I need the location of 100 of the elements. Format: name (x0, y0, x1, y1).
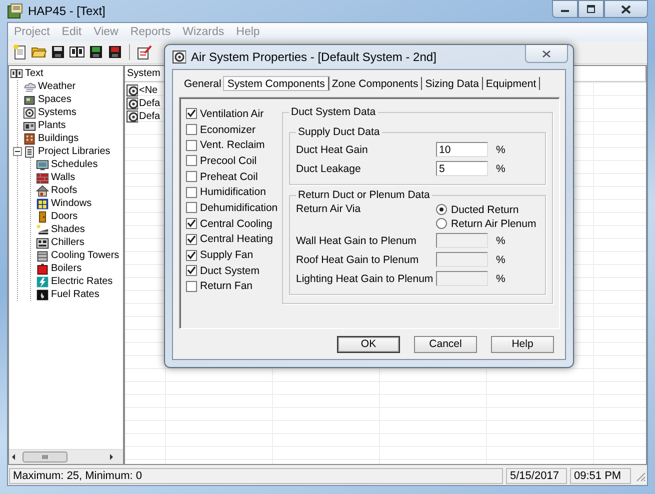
size-grip-icon (634, 470, 646, 482)
door-icon (36, 210, 49, 224)
checkbox-label: Humidification (200, 186, 266, 198)
tree-item[interactable]: Windows (50, 198, 93, 209)
checkbox[interactable] (186, 280, 197, 292)
checkbox[interactable] (186, 265, 197, 276)
checkbox-label: Central Cooling (200, 218, 272, 230)
tree-item[interactable]: Text (24, 68, 44, 79)
tree-item[interactable]: Plants (37, 120, 67, 131)
checkbox-label: Vent. Reclaim (200, 139, 265, 152)
status-time: 09:51 PM (570, 468, 631, 484)
radio-label: Return Air Plenum (451, 218, 536, 230)
tree-item[interactable]: Project Libraries (37, 146, 112, 157)
checkbox[interactable] (186, 140, 197, 151)
brick-wall-icon (36, 170, 49, 184)
unit-label: % (496, 162, 506, 174)
checkbox-label: Precool Coil (200, 154, 257, 167)
app-icon (7, 3, 23, 19)
checkbox[interactable] (186, 218, 197, 230)
tree-item[interactable]: Systems (37, 107, 78, 118)
list-item[interactable]: <Ne (139, 85, 158, 96)
checkbox-label: Supply Fan (200, 249, 254, 262)
tree-item[interactable]: Weather (37, 81, 77, 92)
book-icon[interactable] (69, 44, 85, 60)
collapse-icon[interactable] (13, 147, 22, 156)
field-label: Wall Heat Gain to Plenum (296, 234, 418, 246)
lightning-icon (36, 274, 49, 288)
awning-icon (36, 222, 49, 236)
maximize-icon[interactable] (586, 5, 596, 13)
document-icon (23, 144, 36, 158)
window-icon (36, 196, 49, 210)
boiler-icon (36, 262, 49, 276)
tree-item[interactable]: Boilers (50, 263, 83, 274)
checkbox-label: Central Heating (200, 233, 273, 246)
checkbox[interactable] (186, 202, 197, 214)
close-icon[interactable] (542, 50, 551, 58)
checkbox-label: Ventilation Air (200, 108, 264, 120)
list-item[interactable]: Defa (139, 98, 160, 109)
field-label: Roof Heat Gain to Plenum (296, 254, 420, 266)
checkbox[interactable] (186, 155, 197, 166)
dialog-button[interactable]: Cancel (414, 336, 477, 352)
close-icon[interactable] (621, 4, 631, 14)
tab[interactable]: Sizing Data (422, 77, 483, 90)
clipboard-icon[interactable] (136, 44, 152, 60)
tree-item[interactable]: Roofs (50, 185, 78, 196)
tree-item[interactable]: Schedules (50, 159, 99, 170)
dial-icon (126, 110, 138, 123)
window-title: HAP45 - [Text] (28, 4, 106, 18)
status-date: 5/15/2017 (506, 468, 567, 484)
radio-button[interactable] (436, 204, 447, 215)
dialog-button[interactable]: OK (337, 336, 400, 352)
checkbox[interactable] (186, 234, 197, 245)
group-title: Return Duct or Plenum Data (297, 189, 431, 201)
dial-icon (23, 106, 36, 120)
tree-item[interactable]: Electric Rates (50, 276, 114, 287)
radio-button[interactable] (436, 218, 447, 229)
field-label: Duct Heat Gain (296, 144, 369, 156)
tree-item[interactable]: Chillers (50, 237, 86, 248)
tree-item[interactable]: Shades (50, 224, 86, 235)
checkbox-label: Economizer (200, 124, 256, 136)
unit-label: % (496, 272, 506, 284)
tab[interactable]: System Components (224, 77, 329, 90)
document-icon[interactable] (12, 44, 28, 60)
flame-icon (36, 288, 49, 302)
checkbox-label: Return Fan (200, 280, 253, 292)
checkbox-label: Preheat Coil (200, 170, 258, 183)
checkbox[interactable] (186, 186, 197, 198)
dialog-title: Air System Properties - [Default System - 2nd] (191, 50, 436, 64)
list-item[interactable]: Defa (139, 111, 160, 122)
checkbox[interactable] (186, 124, 197, 136)
tree-item[interactable]: Spaces (37, 94, 72, 105)
checkbox[interactable] (186, 171, 197, 182)
tree-item[interactable]: Cooling Towers (50, 250, 120, 261)
dial-icon (126, 97, 138, 110)
group-title: Duct System Data (290, 106, 377, 118)
radio-label: Ducted Return (451, 204, 519, 216)
dial-icon (172, 50, 186, 64)
group-title: Supply Duct Data (297, 126, 381, 138)
status-message: Maximum: 25, Minimum: 0 (9, 468, 503, 484)
dialog-button[interactable]: Help (491, 336, 554, 352)
tower-icon (36, 248, 49, 262)
tree-item[interactable]: Fuel Rates (50, 289, 100, 300)
tree-item[interactable]: Doors (50, 211, 79, 222)
checkbox-label: Dehumidification (200, 202, 278, 214)
dial-icon (126, 84, 138, 97)
tab[interactable]: Equipment (482, 77, 540, 90)
field-label: Lighting Heat Gain to Plenum (296, 272, 434, 284)
checkbox[interactable] (186, 108, 197, 120)
tree-item[interactable]: Buildings (37, 133, 80, 144)
unit-label: % (496, 254, 506, 266)
field-label: Duct Leakage (296, 162, 362, 174)
unit-label: % (496, 234, 506, 246)
building-icon (23, 132, 36, 146)
number-field[interactable]: 5 (436, 161, 488, 176)
checkbox[interactable] (186, 250, 197, 261)
number-field[interactable]: 10 (436, 142, 488, 157)
house-icon (36, 184, 49, 198)
tab[interactable]: Zone Components (328, 77, 422, 90)
checkbox-label: Duct System (200, 264, 260, 277)
tree-item[interactable]: Walls (50, 172, 76, 183)
